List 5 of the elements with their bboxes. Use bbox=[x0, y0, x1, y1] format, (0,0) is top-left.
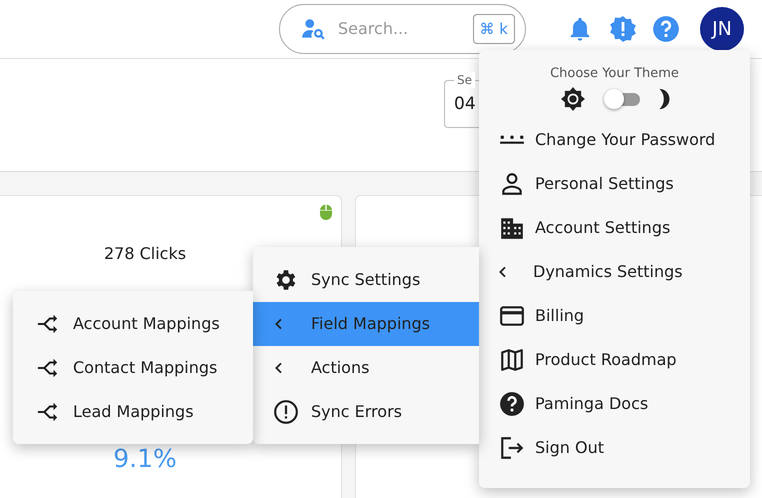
theme-label: Choose Your Theme bbox=[549, 65, 680, 83]
field-value: 04 bbox=[454, 94, 476, 114]
shortcut-hint: ⌘ k bbox=[472, 14, 515, 44]
clicks-label: 278 Clicks bbox=[102, 243, 188, 265]
rate-value: 9.1% bbox=[112, 443, 178, 475]
